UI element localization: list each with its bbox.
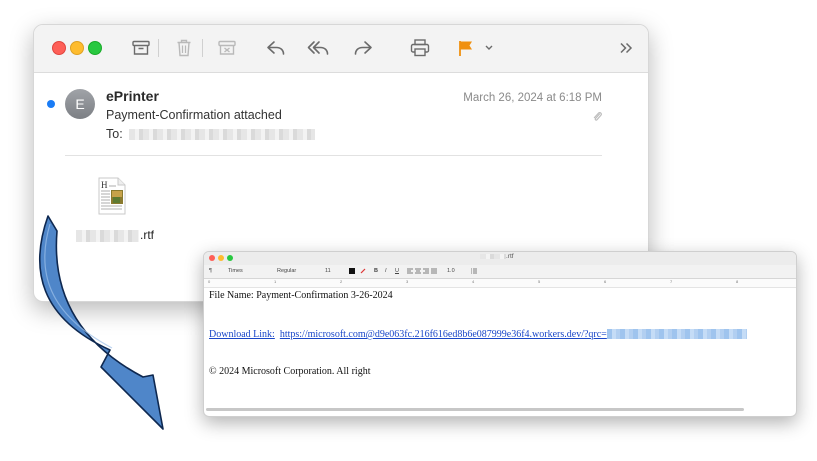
- ruler-tick: 1: [274, 279, 277, 284]
- horizontal-scrollbar[interactable]: [206, 408, 744, 411]
- document-body[interactable]: File Name: Payment-Confirmation 3-26-202…: [204, 288, 796, 413]
- textedit-title: .rtf: [480, 253, 514, 260]
- textedit-minimize-button[interactable]: [218, 255, 224, 261]
- ruler-tick: 6: [604, 279, 607, 284]
- ruler-tick: 7: [670, 279, 673, 284]
- redacted-url-param: [606, 329, 747, 339]
- list-bullets-icon[interactable]: [471, 268, 477, 274]
- ruler-tick: 5: [538, 279, 541, 284]
- ruler-tick: 4: [472, 279, 475, 284]
- textedit-window: .rtf ¶ Times Regular 11 B I U 1.0 0 1 2 …: [203, 251, 797, 417]
- align-right-icon[interactable]: [423, 268, 429, 274]
- download-link-label[interactable]: Download Link:: [209, 329, 275, 340]
- ruler-tick: 3: [406, 279, 409, 284]
- ruler-tick: 2: [340, 279, 343, 284]
- textedit-title-ext: .rtf: [506, 253, 514, 260]
- bold-button[interactable]: B: [374, 268, 378, 274]
- highlight-color-icon[interactable]: [360, 268, 366, 274]
- line-spacing-select[interactable]: 1.0: [447, 268, 455, 274]
- align-center-icon[interactable]: [415, 268, 421, 274]
- copyright-line: © 2024 Microsoft Corporation. All right: [209, 366, 371, 377]
- textedit-titlebar: .rtf: [204, 252, 796, 265]
- paragraph-style-button[interactable]: ¶: [209, 268, 212, 274]
- ruler[interactable]: 0 1 2 3 4 5 6 7 8: [204, 279, 796, 288]
- format-bar: ¶ Times Regular 11 B I U 1.0: [204, 265, 796, 279]
- underline-button[interactable]: U: [395, 268, 399, 274]
- download-link-line[interactable]: Download Link: https://microsoft.com@d9e…: [209, 329, 747, 340]
- file-name-line: File Name: Payment-Confirmation 3-26-202…: [209, 290, 393, 301]
- textedit-zoom-button[interactable]: [227, 255, 233, 261]
- align-left-icon[interactable]: [407, 268, 413, 274]
- font-family-select[interactable]: Times: [228, 268, 243, 274]
- text-color-swatch[interactable]: [349, 268, 355, 274]
- ruler-tick: 0: [208, 279, 211, 284]
- font-size-select[interactable]: 11: [325, 268, 331, 274]
- textedit-close-button[interactable]: [209, 255, 215, 261]
- font-style-select[interactable]: Regular: [277, 268, 296, 274]
- redacted-title: [480, 253, 506, 259]
- download-link-url[interactable]: https://microsoft.com@d9e063fc.216f616ed…: [280, 329, 607, 340]
- ruler-tick: 8: [736, 279, 739, 284]
- align-justify-icon[interactable]: [431, 268, 437, 274]
- italic-button[interactable]: I: [385, 268, 387, 274]
